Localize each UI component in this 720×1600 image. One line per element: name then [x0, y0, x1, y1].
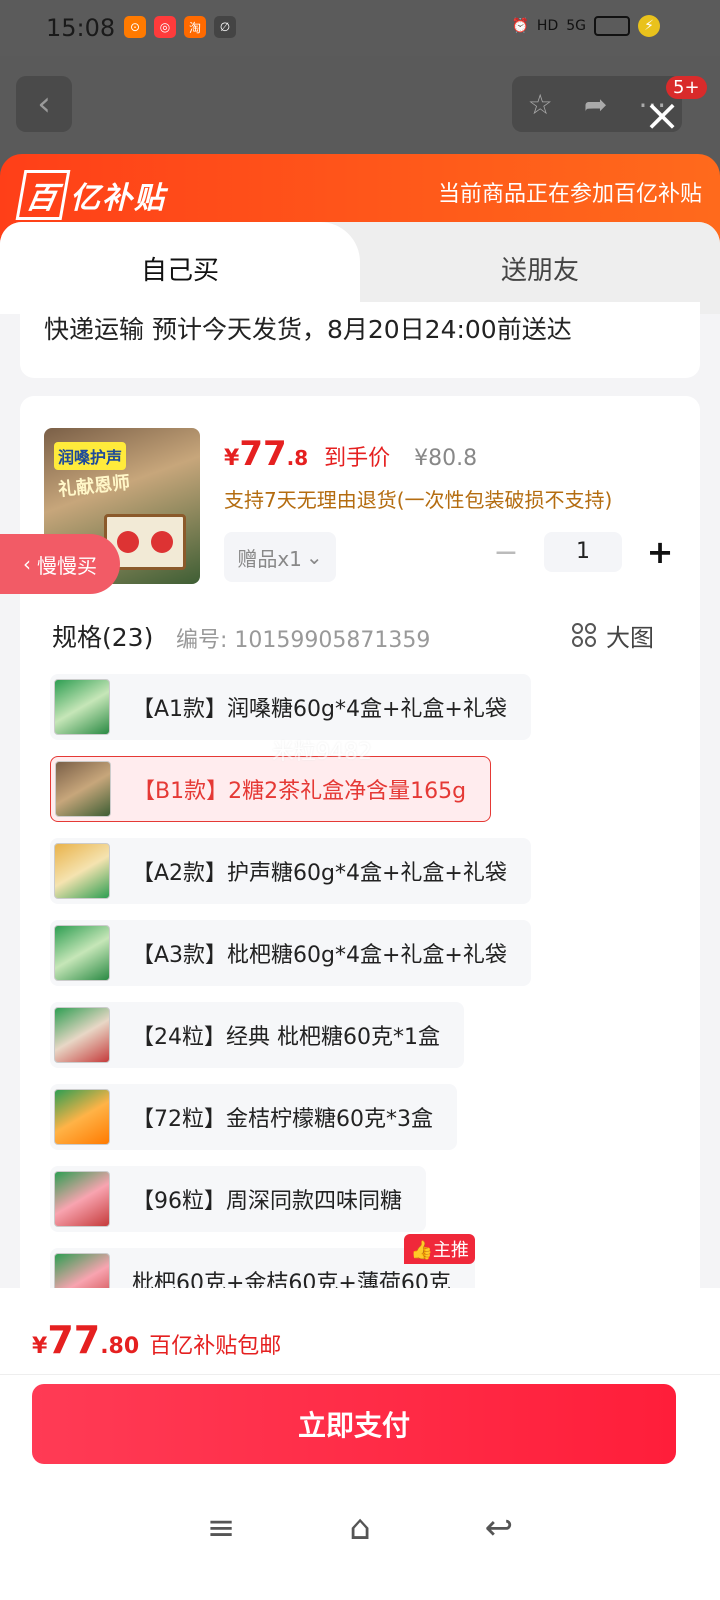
- notification-app-icon: ⊙: [124, 16, 146, 38]
- recommend-badge: 👍主推: [404, 1234, 475, 1264]
- delivery-info: 快递运输 预计今天发货，8月20日24:00前送达: [20, 302, 700, 378]
- sync-icon: ∅: [214, 16, 236, 38]
- spec-option[interactable]: 【A2款】护声糖60g*4盒+礼盒+礼袋: [50, 838, 531, 904]
- grid-icon: [572, 622, 598, 649]
- hd-icon: HD: [536, 18, 559, 34]
- tab-send-to-friend[interactable]: 送朋友: [360, 222, 720, 314]
- spec-option[interactable]: 【24粒】经典 枇杷糖60克*1盒: [50, 1002, 464, 1068]
- spec-thumbnail: [54, 1007, 110, 1063]
- spec-thumbnail: [54, 925, 110, 981]
- status-indicators: ⏰ HD 5G ⚡: [511, 15, 660, 37]
- delivery-text: 快递运输 预计今天发货，8月20日24:00前送达: [44, 315, 572, 344]
- notification-icons: ⊙ ◎ 淘 ∅: [124, 16, 236, 38]
- tab-buy-for-self[interactable]: 自己买: [0, 222, 360, 314]
- share-icon[interactable]: ➦: [584, 88, 607, 121]
- taobao-icon: 淘: [184, 16, 206, 38]
- chevron-left-icon: ‹: [23, 552, 31, 576]
- gift-selector[interactable]: 赠品x1 ⌄: [224, 532, 336, 582]
- chevron-left-icon: ‹: [37, 84, 51, 124]
- star-icon[interactable]: ☆: [528, 88, 553, 121]
- original-price: ¥80.8: [414, 446, 478, 471]
- spec-thumbnail: [54, 1171, 110, 1227]
- subsidy-logo: 百亿补贴: [15, 170, 166, 220]
- close-icon[interactable]: ×: [640, 94, 684, 138]
- spec-option-selected[interactable]: 【B1款】2糖2茶礼盒净含量165g: [50, 756, 492, 822]
- system-nav-bar: ≡ ⌂ ↩: [0, 1500, 720, 1556]
- final-price-label: 到手价: [324, 446, 391, 471]
- price-row: ¥77.8 到手价 ¥80.8: [224, 434, 477, 474]
- back-button[interactable]: ‹: [16, 76, 72, 132]
- spec-option[interactable]: 【A1款】润嗓糖60g*4盒+礼盒+礼袋: [50, 674, 531, 740]
- charging-icon: ⚡: [638, 15, 660, 37]
- decrease-button[interactable]: −: [486, 535, 526, 570]
- spec-thumbnail: [54, 843, 110, 899]
- slow-buy-button[interactable]: ‹ 慢慢买: [0, 534, 120, 594]
- divider: [0, 1374, 720, 1375]
- menu-icon[interactable]: ≡: [207, 1508, 236, 1548]
- spec-option[interactable]: 【96粒】周深同款四味同糖: [50, 1166, 426, 1232]
- home-icon[interactable]: ⌂: [349, 1508, 371, 1548]
- chevron-down-icon: ⌄: [305, 545, 323, 569]
- spec-thumbnail: [55, 761, 111, 817]
- watermark: 米粒9482: [272, 740, 372, 765]
- product-id: 编号: 10159905871359: [176, 628, 431, 653]
- shipping-note: 百亿补贴包邮: [149, 1334, 282, 1359]
- spec-option[interactable]: 【72粒】金桔柠檬糖60克*3盒: [50, 1084, 457, 1150]
- quantity-stepper: − 1 +: [486, 532, 680, 572]
- subsidy-notice: 当前商品正在参加百亿补贴: [437, 182, 702, 207]
- final-price: ¥77.8: [224, 434, 309, 474]
- spec-thumbnail: [54, 679, 110, 735]
- back-icon[interactable]: ↩: [485, 1508, 514, 1548]
- spec-thumbnail: [54, 1089, 110, 1145]
- pay-now-button[interactable]: 立即支付: [32, 1384, 676, 1464]
- total-price: ¥77.80 百亿补贴包邮: [32, 1318, 282, 1362]
- signal-icon: 5G: [566, 18, 586, 34]
- return-policy: 支持7天无理由退货(一次性包装破损不支持): [224, 488, 613, 512]
- quantity-value[interactable]: 1: [544, 532, 622, 572]
- increase-button[interactable]: +: [640, 533, 680, 571]
- notification-app-icon: ◎: [154, 16, 176, 38]
- battery-icon: [594, 16, 630, 36]
- alarm-icon: ⏰: [511, 18, 529, 34]
- spec-option[interactable]: 【A3款】枇杷糖60g*4盒+礼盒+礼袋: [50, 920, 531, 986]
- status-time: 15:08: [46, 14, 116, 42]
- thumbs-up-icon: 👍: [410, 1240, 433, 1261]
- purchase-tabs: 自己买 送朋友: [0, 222, 720, 314]
- big-image-toggle[interactable]: 大图: [572, 618, 654, 653]
- spec-title: 规格(23): [52, 623, 154, 652]
- status-bar: 15:08 ⊙ ◎ 淘 ∅ ⏰ HD 5G ⚡: [0, 0, 720, 56]
